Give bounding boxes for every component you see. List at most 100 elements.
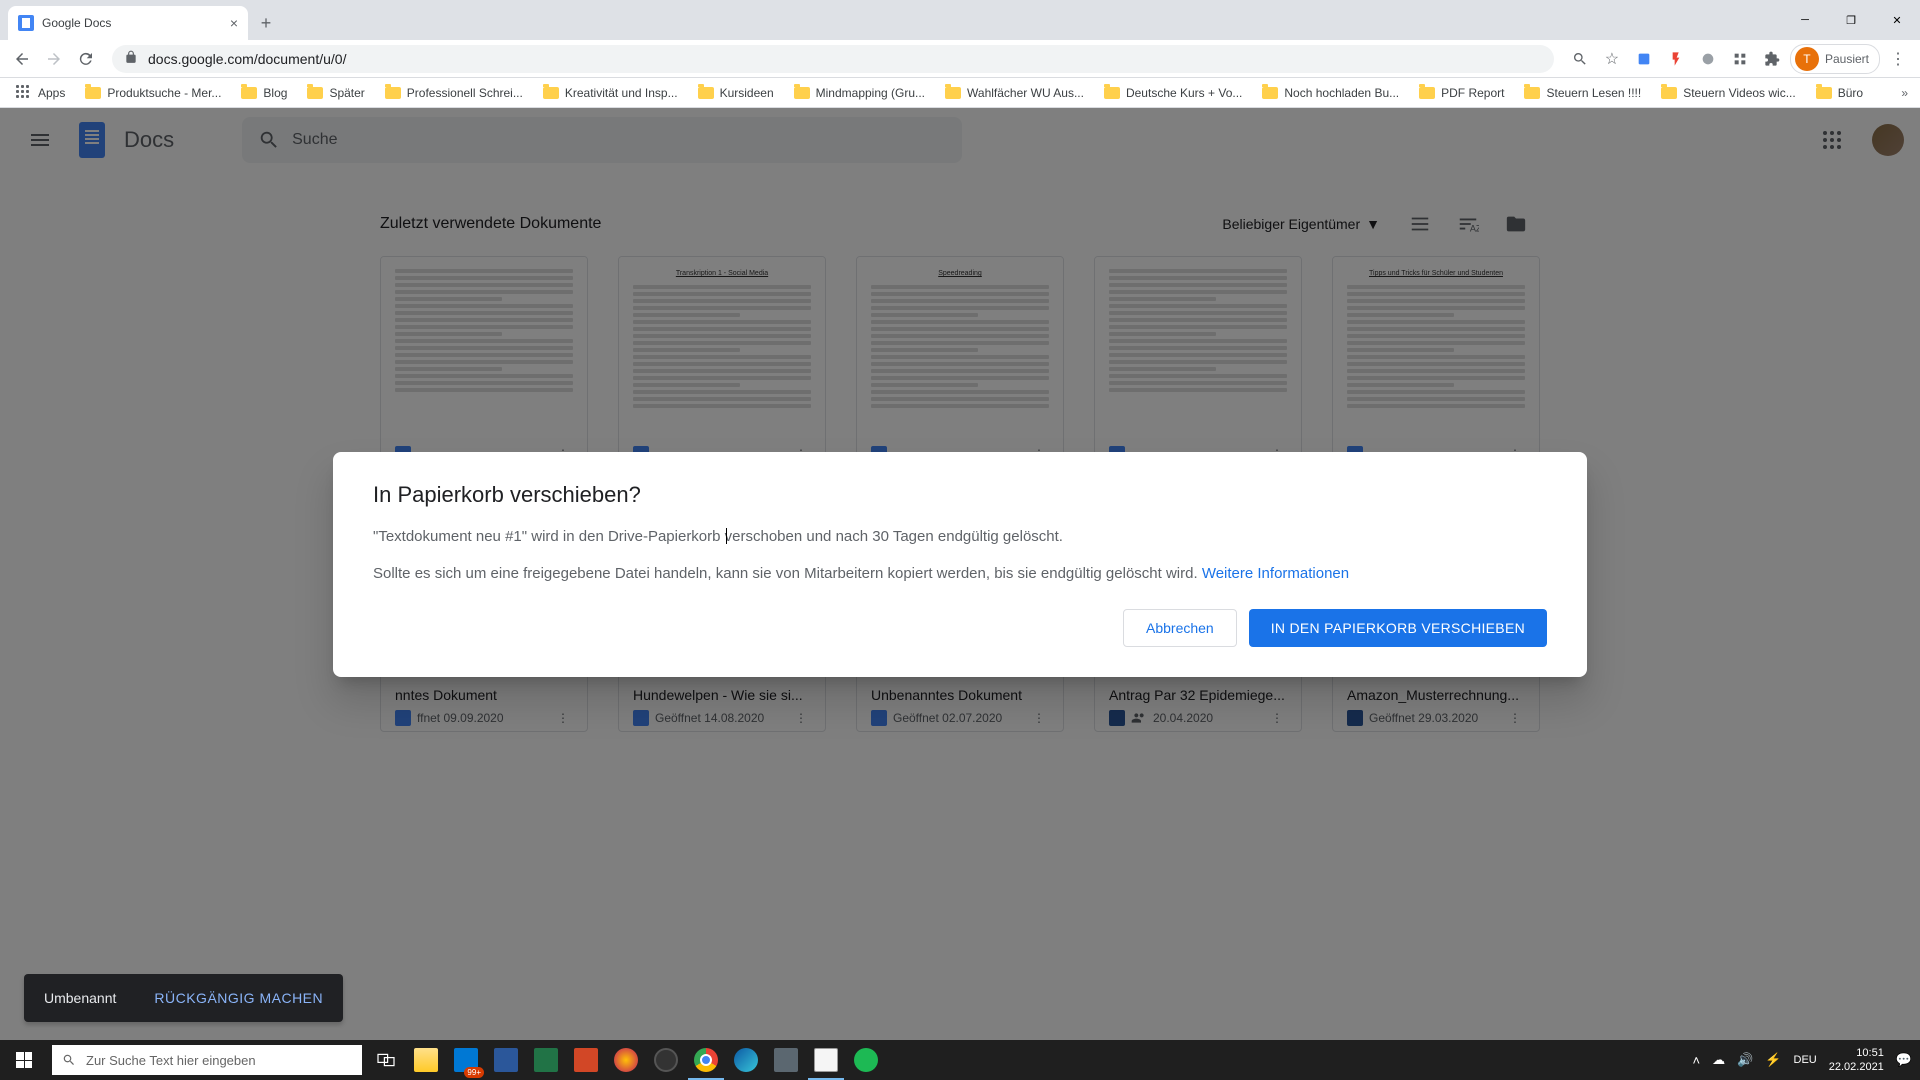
bookmark-item[interactable]: Wahlfächer WU Aus... [937,82,1092,104]
bookmark-item[interactable]: Kreativität und Insp... [535,82,686,104]
folder-icon [1262,87,1278,99]
mail-icon[interactable]: 99+ [446,1040,486,1080]
tray-chevron-icon[interactable]: ˄ [1693,1053,1701,1068]
bookmark-label: Später [329,86,364,100]
app2-icon[interactable] [766,1040,806,1080]
folder-icon [1104,87,1120,99]
bookmark-item[interactable]: Deutsche Kurs + Vo... [1096,82,1250,104]
lock-icon [124,50,138,67]
trash-dialog: In Papierkorb verschieben? "Textdokument… [333,452,1587,677]
folder-icon [1524,87,1540,99]
dialog-text-1: "Textdokument neu #1" wird in den Drive-… [373,526,1547,549]
folder-icon [85,87,101,99]
move-to-trash-button[interactable]: IN DEN PAPIERKORB VERSCHIEBEN [1249,609,1547,647]
extensions-icon[interactable] [1758,45,1786,73]
volume-icon[interactable]: 🔊 [1737,1052,1753,1068]
back-button[interactable] [8,45,36,73]
profile-paused-pill[interactable]: T Pausiert [1790,44,1880,74]
star-icon[interactable]: ☆ [1598,45,1626,73]
chrome-icon[interactable] [686,1040,726,1080]
extension3-icon[interactable] [1694,45,1722,73]
bookmarks-overflow-icon[interactable]: » [1897,82,1912,104]
cancel-button[interactable]: Abbrechen [1123,609,1237,647]
folder-icon [1661,87,1677,99]
bookmark-item[interactable]: Produktsuche - Mer... [77,82,229,104]
extension2-icon[interactable] [1662,45,1690,73]
zoom-icon[interactable] [1566,45,1594,73]
word-icon[interactable] [486,1040,526,1080]
folder-icon [1419,87,1435,99]
tab-close-icon[interactable]: × [230,15,238,31]
bookmark-item[interactable]: Noch hochladen Bu... [1254,82,1407,104]
browser-toolbar: docs.google.com/document/u/0/ ☆ T Pausie… [0,40,1920,78]
maximize-button[interactable]: ❐ [1828,0,1874,40]
toast-message: Umbenannt [44,990,116,1006]
excel-icon[interactable] [526,1040,566,1080]
task-view-button[interactable] [366,1040,406,1080]
extension4-icon[interactable] [1726,45,1754,73]
avatar-icon: T [1795,47,1819,71]
app1-icon[interactable] [606,1040,646,1080]
undo-button[interactable]: RÜCKGÄNGIG MACHEN [154,990,323,1006]
search-icon [62,1053,76,1067]
folder-icon [307,87,323,99]
close-button[interactable]: ✕ [1874,0,1920,40]
new-tab-button[interactable]: + [252,9,280,37]
bookmark-item[interactable]: Später [299,82,372,104]
window-controls: ─ ❐ ✕ [1782,0,1920,40]
taskbar-search[interactable]: Zur Suche Text hier eingeben [52,1045,362,1075]
rename-toast: Umbenannt RÜCKGÄNGIG MACHEN [24,974,343,1022]
bookmark-item[interactable]: Mindmapping (Gru... [786,82,933,104]
folder-icon [385,87,401,99]
bookmark-label: Mindmapping (Gru... [816,86,925,100]
clock[interactable]: 10:51 22.02.2021 [1829,1046,1884,1075]
spotify-icon[interactable] [846,1040,886,1080]
bookmark-item[interactable]: Büro [1808,82,1871,104]
browser-tab[interactable]: Google Docs × [8,6,248,40]
reload-button[interactable] [72,45,100,73]
folder-icon [698,87,714,99]
onedrive-icon[interactable]: ☁ [1712,1052,1725,1068]
chrome-menu-icon[interactable]: ⋮ [1884,45,1912,73]
address-bar[interactable]: docs.google.com/document/u/0/ [112,45,1554,73]
bookmark-label: Professionell Schrei... [407,86,523,100]
forward-button[interactable] [40,45,68,73]
system-tray: ˄ ☁ 🔊 ⚡ DEU 10:51 22.02.2021 💬 [1693,1046,1920,1075]
extension1-icon[interactable] [1630,45,1658,73]
file-explorer-icon[interactable] [406,1040,446,1080]
bookmark-item[interactable]: PDF Report [1411,82,1512,104]
bookmark-item[interactable]: Blog [233,82,295,104]
bookmark-item[interactable]: Professionell Schrei... [377,82,531,104]
bookmark-label: Noch hochladen Bu... [1284,86,1399,100]
folder-icon [1816,87,1832,99]
learn-more-link[interactable]: Weitere Informationen [1202,565,1349,582]
taskbar-search-placeholder: Zur Suche Text hier eingeben [86,1053,256,1068]
dialog-title: In Papierkorb verschieben? [373,482,1547,508]
apps-bookmark[interactable]: Apps [8,81,73,105]
start-button[interactable] [0,1040,48,1080]
notepad-icon[interactable] [806,1040,846,1080]
wifi-icon[interactable]: ⚡ [1765,1052,1781,1068]
windows-taskbar: Zur Suche Text hier eingeben 99+ ˄ ☁ 🔊 ⚡… [0,1040,1920,1080]
bookmarks-bar: Apps Produktsuche - Mer...Blog Später Prof… [0,78,1920,108]
bookmark-label: Deutsche Kurs + Vo... [1126,86,1242,100]
language-indicator[interactable]: DEU [1794,1054,1817,1066]
obs-icon[interactable] [646,1040,686,1080]
minimize-button[interactable]: ─ [1782,0,1828,40]
bookmark-item[interactable]: Kursideen [690,82,782,104]
folder-icon [241,87,257,99]
notifications-icon[interactable]: 💬 [1896,1052,1912,1068]
browser-titlebar: Google Docs × + ─ ❐ ✕ [0,0,1920,40]
text-caret [726,528,727,544]
docs-favicon [18,15,34,31]
bookmark-item[interactable]: Steuern Lesen !!!! [1516,82,1649,104]
folder-icon [543,87,559,99]
powerpoint-icon[interactable] [566,1040,606,1080]
bookmark-item[interactable]: Steuern Videos wic... [1653,82,1804,104]
apps-icon [16,85,32,101]
paused-label: Pausiert [1825,52,1869,66]
edge-icon[interactable] [726,1040,766,1080]
bookmark-label: Kursideen [720,86,774,100]
folder-icon [945,87,961,99]
folder-icon [794,87,810,99]
